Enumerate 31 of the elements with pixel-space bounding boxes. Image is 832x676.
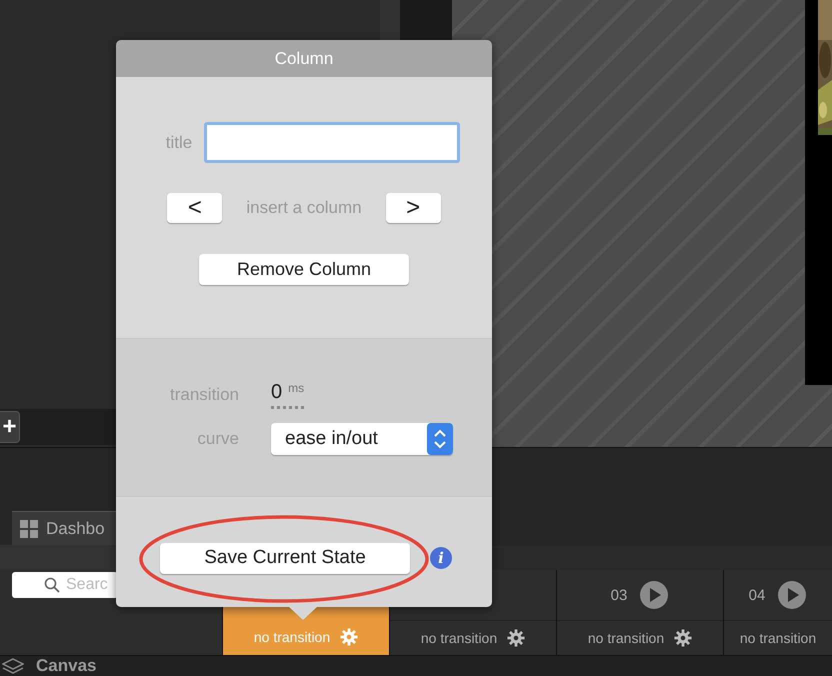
transition-label: no transition [420, 630, 498, 646]
curve-dropdown[interactable]: ease in/out [271, 423, 453, 455]
next-button[interactable]: > [386, 193, 441, 223]
save-current-state-button[interactable]: Save Current State [160, 542, 410, 574]
title-field[interactable] [204, 122, 460, 163]
search-icon [44, 577, 60, 593]
previous-button[interactable]: < [167, 193, 222, 223]
gear-icon[interactable] [507, 629, 526, 647]
tab-label: Dashbo [46, 518, 105, 539]
stepper-icon [427, 423, 453, 455]
timeline-cell[interactable]: 04 no transition [723, 570, 832, 655]
title-label: title [166, 132, 192, 152]
step-number: 04 [748, 586, 766, 604]
transition-label: no transition [588, 630, 664, 646]
layers-icon [2, 658, 24, 674]
play-icon[interactable] [639, 580, 670, 610]
add-button[interactable]: + [0, 411, 20, 444]
step-number: 03 [610, 586, 628, 604]
popover-title: Column [116, 40, 492, 77]
gear-icon[interactable] [674, 629, 692, 647]
timeline-cell[interactable]: 03 no transition [556, 570, 723, 655]
info-icon[interactable]: i [430, 547, 452, 569]
grid-icon [20, 520, 38, 538]
transition-field[interactable]: 0 ms [271, 381, 304, 409]
search-field[interactable]: Searc [12, 572, 118, 598]
transition-label: no transition [254, 629, 330, 645]
play-icon[interactable] [777, 580, 808, 610]
remove-column-button[interactable]: Remove Column [199, 254, 409, 285]
insert-column-label: insert a column [246, 198, 362, 218]
transition-label: no transition [740, 630, 816, 646]
layers-label: Canvas [36, 656, 96, 676]
